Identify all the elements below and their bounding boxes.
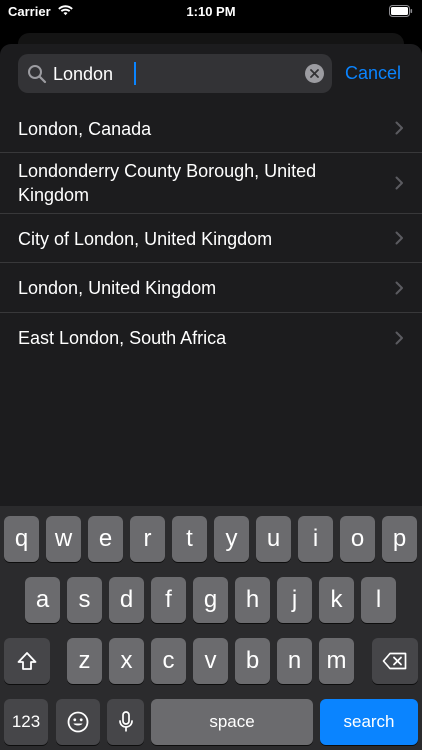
key-label: g [203,586,218,613]
key-o[interactable]: o [340,516,375,562]
search-results-list: London, Canada Londonderry County Boroug… [0,104,422,362]
key-label: j [291,586,298,613]
space-key[interactable]: space [151,699,313,745]
result-row[interactable]: City of London, United Kingdom [0,214,422,263]
key-label: c [162,647,175,674]
key-label: w [54,525,73,552]
key-label: t [186,525,193,552]
search-key[interactable]: search [320,699,418,745]
result-label: City of London, United Kingdom [18,229,273,249]
clear-icon [310,69,319,78]
key-v[interactable]: v [193,638,228,684]
emoji-icon [67,711,89,733]
key-z[interactable]: z [67,638,102,684]
keyboard: q w e r t y u i o p a s d f g h j k l z … [0,506,422,750]
clear-button[interactable] [305,64,324,83]
chevron-right-icon [395,231,403,245]
key-label: o [350,525,365,552]
key-f[interactable]: f [151,577,186,623]
dictation-key[interactable] [107,699,144,745]
key-q[interactable]: q [4,516,39,562]
result-label: London, Canada [18,119,152,139]
key-label: u [266,525,281,552]
key-label: y [225,525,238,552]
key-u[interactable]: u [256,516,291,562]
delete-key[interactable] [372,638,418,684]
key-h[interactable]: h [235,577,270,623]
chevron-right-icon [395,331,403,344]
key-n[interactable]: n [277,638,312,684]
key-l[interactable]: l [361,577,396,623]
key-label: b [245,647,260,674]
result-row[interactable]: London, Canada [0,104,422,153]
shift-key[interactable] [4,638,50,684]
search-field[interactable] [18,54,332,93]
result-row[interactable]: East London, South Africa [0,313,422,362]
key-label: m [326,647,347,674]
chevron-right-icon [395,121,403,135]
key-label: z [78,647,91,674]
key-label: a [35,586,50,613]
clock: 1:10 PM [186,4,236,19]
numbers-key-label: 123 [11,712,41,731]
space-key-label: space [209,712,255,731]
delete-icon [382,652,407,670]
key-b[interactable]: b [235,638,270,684]
key-j[interactable]: j [277,577,312,623]
key-k[interactable]: k [319,577,354,623]
chevron-right-icon [395,176,403,190]
key-i[interactable]: i [298,516,333,562]
key-label: x [120,647,133,674]
result-label: Londonderry County Borough, United Kingd… [18,161,317,205]
result-label: London, United Kingdom [18,278,217,298]
key-label: i [312,525,319,552]
key-x[interactable]: x [109,638,144,684]
key-e[interactable]: e [88,516,123,562]
emoji-key[interactable] [56,699,100,745]
text-cursor [134,62,136,85]
result-row[interactable]: Londonderry County Borough, United Kingd… [0,153,422,214]
battery-icon [389,5,413,17]
key-label: q [14,525,29,552]
numbers-key[interactable]: 123 [4,699,48,745]
key-t[interactable]: t [172,516,207,562]
key-r[interactable]: r [130,516,165,562]
microphone-icon [118,711,133,732]
key-a[interactable]: a [25,577,60,623]
key-d[interactable]: d [109,577,144,623]
search-bar: Cancel [0,54,422,94]
key-label: p [392,525,407,552]
key-label: l [375,586,382,613]
key-g[interactable]: g [193,577,228,623]
key-label: d [119,586,134,613]
chevron-right-icon [395,281,403,294]
key-p[interactable]: p [382,516,417,562]
result-row[interactable]: London, United Kingdom [0,263,422,313]
key-label: r [143,525,152,552]
key-label: s [78,586,91,613]
cancel-button[interactable]: Cancel [345,63,401,84]
key-c[interactable]: c [151,638,186,684]
key-label: h [245,586,260,613]
key-y[interactable]: y [214,516,249,562]
status-bar: Carrier 1:10 PM [0,0,422,26]
key-m[interactable]: m [319,638,354,684]
key-label: e [98,525,113,552]
key-label: v [204,647,217,674]
key-label: f [165,586,172,613]
key-s[interactable]: s [67,577,102,623]
key-label: n [287,647,302,674]
key-label: k [330,586,343,613]
shift-icon [17,652,37,670]
search-key-label: search [343,712,395,731]
result-label: East London, South Africa [18,328,227,348]
search-input[interactable] [53,59,293,89]
key-w[interactable]: w [46,516,81,562]
search-icon [28,65,47,84]
